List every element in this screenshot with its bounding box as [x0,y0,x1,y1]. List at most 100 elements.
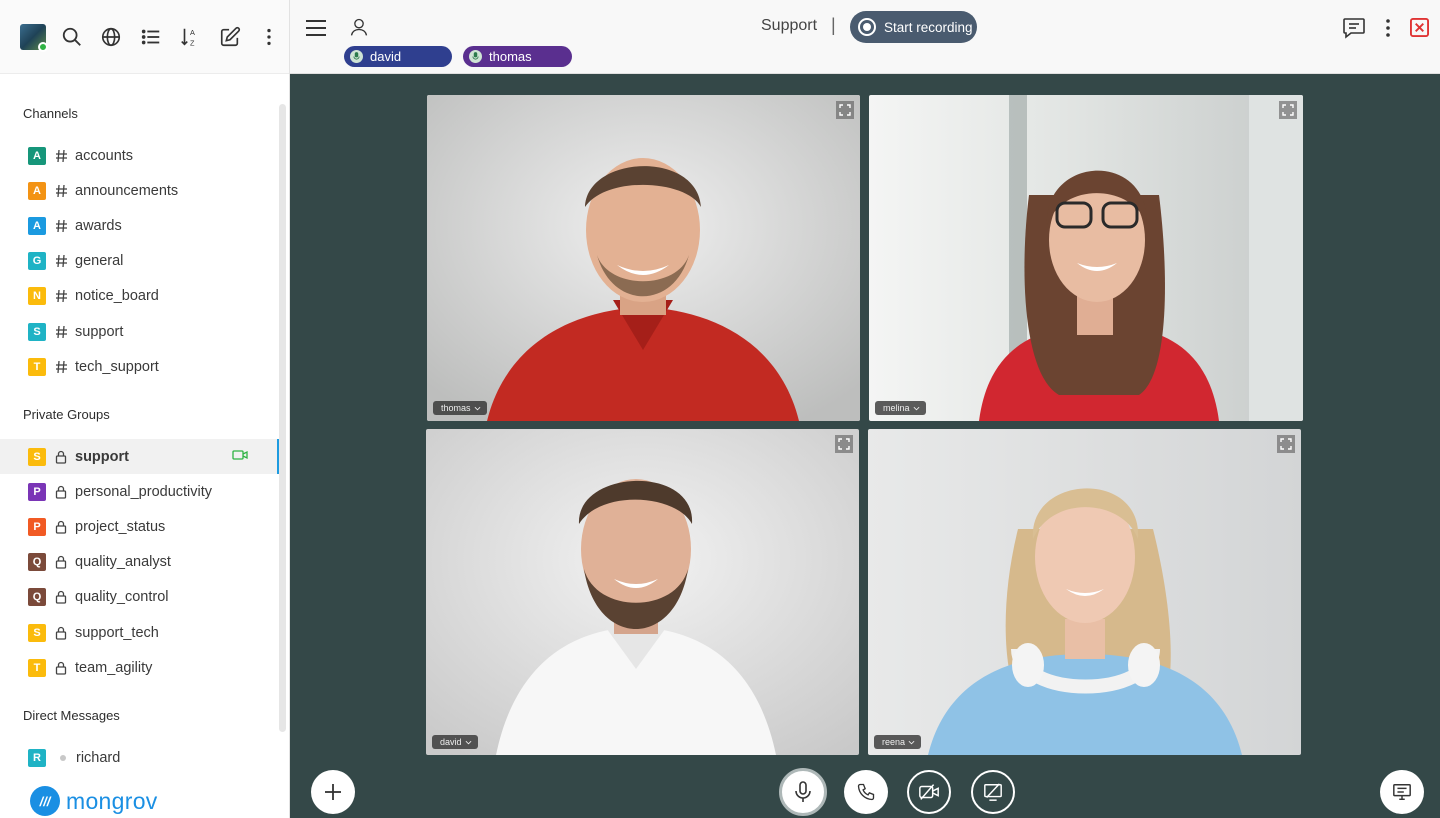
room-avatar: T [28,658,46,677]
user-avatar-button[interactable] [20,16,48,58]
more-icon [1386,19,1390,37]
room-label: tech_support [75,358,159,375]
room-label: personal_productivity [75,483,213,500]
toggle-chat-panel-button[interactable] [1380,770,1424,814]
chat-toggle-button[interactable] [1340,14,1368,42]
room-label: support [75,323,124,340]
group-item-support[interactable]: Ssupport [0,439,280,474]
phone-icon [857,783,875,801]
channel-item-general[interactable]: Ggeneral [0,244,280,279]
svg-text:A: A [190,28,195,37]
screen-share-button[interactable] [971,770,1015,814]
participant-name-tag[interactable]: david [432,735,478,749]
channel-item-accounts[interactable]: Aaccounts [0,138,280,173]
group-item-team-agility[interactable]: Tteam_agility [0,650,280,685]
group-item-quality-control[interactable]: Qquality_control [0,580,280,615]
lock-icon [55,450,73,464]
end-call-button[interactable] [844,770,888,814]
lock-icon [55,555,73,569]
channel-item-notice-board[interactable]: Nnotice_board [0,279,280,314]
sidebar: AZ Channels Aaccounts Aannouncements Aawar… [0,0,290,818]
add-icon [325,784,341,800]
lock-icon [55,626,73,640]
chat-panel-icon [1393,784,1411,800]
expand-tile-button[interactable] [836,101,854,119]
participants-button[interactable] [346,14,372,40]
search-icon [62,27,81,46]
room-label: general [75,253,124,270]
brand-logo: /// mongrov [30,786,158,816]
hash-icon [55,184,73,198]
sidebar-scrollbar[interactable] [279,104,286,732]
participant-name-tag[interactable]: reena [874,735,922,749]
video-tile[interactable]: david [426,429,859,755]
title-separator: | [831,15,836,35]
view-mode-button[interactable] [131,16,171,58]
room-avatar: R [28,748,46,767]
sort-icon: AZ [181,28,195,47]
video-tile[interactable]: melina [869,95,1303,421]
sidebar-toolbar: AZ [0,0,289,74]
room-label: quality_control [75,589,169,606]
room-label: quality_analyst [75,554,171,571]
start-recording-button[interactable]: Start recording [850,11,977,43]
menu-toggle-button[interactable] [302,14,330,42]
channel-item-announcements[interactable]: Aannouncements [0,173,280,208]
room-avatar: S [28,447,46,466]
room-label: team_agility [75,659,153,676]
sidebar-menu-button[interactable] [250,16,290,58]
room-label: awards [75,217,122,234]
expand-tile-button[interactable] [1279,101,1297,119]
group-item-personal-productivity[interactable]: Ppersonal_productivity [0,474,280,509]
leave-call-button[interactable] [1408,16,1430,38]
group-item-support-tech[interactable]: Ssupport_tech [0,615,280,650]
room-avatar: Q [28,588,46,607]
svg-text:Z: Z [190,38,195,47]
room-label: announcements [75,182,179,199]
expand-icon [838,438,850,450]
video-tile[interactable]: reena [868,429,1301,755]
participant-video [426,429,859,755]
record-icon [858,18,876,36]
expand-tile-button[interactable] [835,435,853,453]
ongoing-call-icon[interactable] [232,449,248,465]
chevron-down-icon [465,740,471,744]
start-recording-label: Start recording [884,19,973,35]
create-new-button[interactable] [210,16,250,58]
sort-button[interactable]: AZ [171,16,211,58]
expand-tile-button[interactable] [1277,435,1295,453]
room-avatar: G [28,252,46,271]
hash-icon [55,360,73,374]
hash-icon [55,289,73,303]
search-button[interactable] [52,16,92,58]
speaker-pill: david [344,46,452,67]
channel-item-support[interactable]: Ssupport [0,314,280,349]
participant-name-tag[interactable]: thomas [433,401,487,415]
chevron-down-icon [474,406,480,410]
channel-item-tech-support[interactable]: Ttech_support [0,349,280,384]
room-avatar: P [28,482,46,501]
call-options-button[interactable] [1376,14,1400,42]
room-label: support_tech [75,624,159,641]
lock-icon [55,590,73,604]
channel-item-awards[interactable]: Aawards [0,208,280,243]
dm-item-richard[interactable]: Rrichard [0,740,280,775]
expand-icon [839,104,851,116]
room-title: Support [761,17,818,34]
participant-name-tag[interactable]: melina [875,401,926,415]
hamburger-icon [306,20,326,36]
hash-icon [55,219,73,233]
video-tile[interactable]: thomas [427,95,860,421]
mute-mic-button[interactable] [779,768,827,816]
group-item-quality-analyst[interactable]: Qquality_analyst [0,545,280,580]
close-icon [1409,17,1429,37]
toggle-camera-button[interactable] [907,770,951,814]
direct-messages-heading: Direct Messages [23,708,120,723]
directory-button[interactable] [92,16,132,58]
add-participant-button[interactable] [311,770,355,814]
room-avatar: S [28,623,46,642]
room-list: Channels Aaccounts Aannouncements Aawards G… [0,74,289,818]
group-item-project-status[interactable]: Pproject_status [0,509,280,544]
brand-name: mongrov [66,787,158,814]
participant-video [869,95,1303,421]
